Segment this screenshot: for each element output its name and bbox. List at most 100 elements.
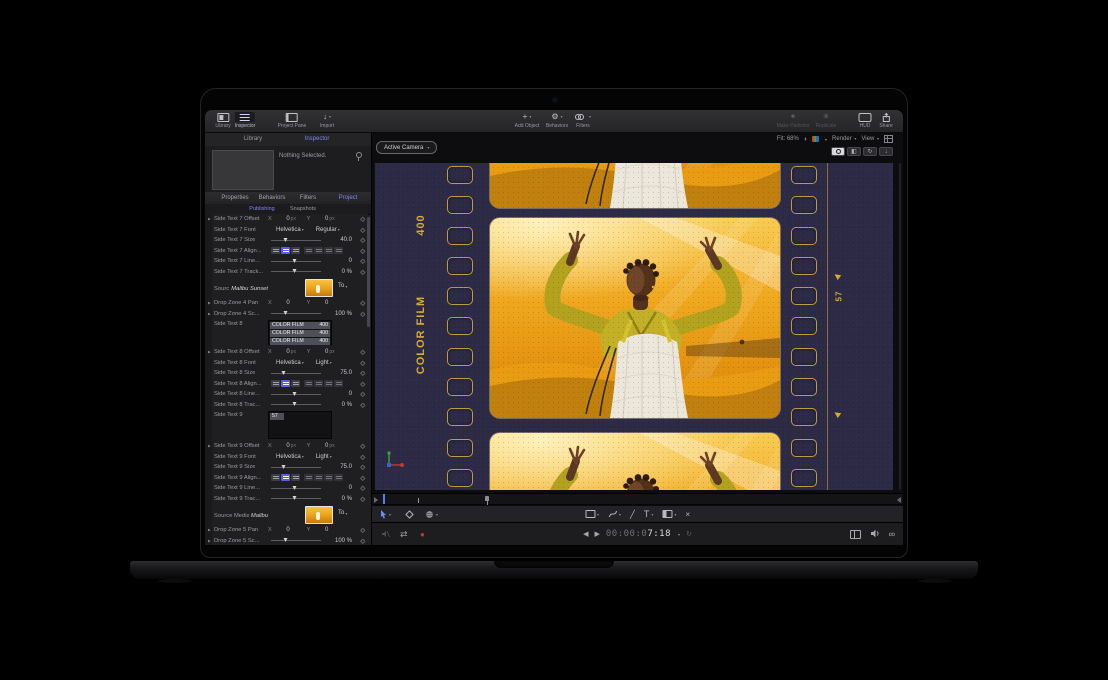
record-button[interactable]: ● — [420, 523, 425, 545]
replicate-button[interactable]: ✳ Replicate — [816, 112, 837, 129]
audio-toggle-icon[interactable] — [870, 525, 880, 543]
y-value-field[interactable]: 0 — [310, 349, 328, 355]
align-button[interactable] — [281, 247, 290, 254]
text-entry-box[interactable]: 57 — [268, 411, 332, 439]
keyframe-diamond-icon[interactable] — [360, 392, 365, 397]
align-button[interactable] — [291, 474, 300, 481]
tab-behaviors[interactable]: Behaviors — [259, 195, 286, 201]
mini-timeline[interactable] — [372, 493, 903, 505]
keyframe-diamond-icon[interactable] — [360, 248, 365, 253]
slider-thumb[interactable] — [284, 311, 288, 315]
font-family-popup[interactable]: Helvetica▾ — [276, 227, 304, 233]
tab-library[interactable]: Library — [244, 136, 262, 142]
media-thumbnail[interactable] — [305, 279, 333, 297]
canvas-scrollbar[interactable] — [899, 163, 901, 490]
layout-grid-icon[interactable] — [884, 135, 893, 143]
slider-track[interactable] — [271, 404, 321, 405]
make-particles-button[interactable]: ✶ Make Particles — [777, 112, 810, 129]
slider-track[interactable] — [271, 467, 321, 468]
keyframe-editor-toggle-icon[interactable]: ∞ — [889, 529, 895, 539]
keyframe-diamond-icon[interactable] — [360, 238, 365, 243]
timecode-menu-icon[interactable]: ▾ — [678, 532, 680, 537]
slider-value-field[interactable]: 100 % — [335, 311, 352, 317]
slider-value-field[interactable]: 75.0 — [340, 370, 352, 376]
camera-tool[interactable]: ▾ — [425, 506, 438, 522]
align-button[interactable] — [304, 474, 313, 481]
align-button[interactable] — [334, 474, 343, 481]
keyframe-diamond-icon[interactable] — [360, 465, 365, 470]
font-weight-popup[interactable]: Regular▾ — [316, 227, 340, 233]
channels-icon[interactable] — [812, 136, 819, 142]
slider-value-field[interactable]: 0 — [349, 485, 352, 491]
film-strip-canvas[interactable]: 400 COLOR FILM 57 — [375, 163, 893, 490]
slider-track[interactable] — [271, 498, 321, 499]
keyframe-diamond-icon[interactable] — [360, 217, 365, 222]
media-thumbnail[interactable] — [305, 506, 333, 524]
align-button[interactable] — [334, 380, 343, 387]
previous-frame-button[interactable]: ◀ — [583, 530, 588, 538]
filters-button[interactable]: ▾ Filters — [575, 112, 591, 129]
slider-track[interactable] — [271, 240, 321, 241]
pin-icon[interactable] — [355, 152, 361, 161]
keyframe-diamond-icon[interactable] — [360, 360, 365, 365]
slider-track[interactable] — [271, 488, 321, 489]
y-value-field[interactable]: 0 — [310, 443, 328, 449]
slider-thumb[interactable] — [293, 392, 297, 396]
slider-value-field[interactable]: 100 % — [335, 538, 352, 544]
keyframe-diamond-icon[interactable] — [360, 371, 365, 376]
add-object-button[interactable]: +▾ Add Object — [515, 112, 540, 129]
align-button[interactable] — [291, 380, 300, 387]
slider-value-field[interactable]: 0 — [349, 391, 352, 397]
hud-button[interactable]: HUD — [859, 112, 872, 129]
3d-transform-tool[interactable] — [405, 506, 414, 522]
library-button[interactable]: Library — [215, 112, 230, 129]
keyframe-diamond-icon[interactable] — [360, 311, 365, 316]
slider-track[interactable] — [271, 271, 321, 272]
slider-track[interactable] — [271, 394, 321, 395]
align-button[interactable] — [304, 380, 313, 387]
inspector-button[interactable]: Inspector — [235, 112, 256, 129]
slider-thumb[interactable] — [281, 465, 285, 469]
slider-value-field[interactable]: 0 % — [342, 402, 352, 408]
align-button[interactable] — [271, 247, 280, 254]
align-button[interactable] — [271, 380, 280, 387]
keyframe-diamond-icon[interactable] — [360, 301, 365, 306]
import-button[interactable]: ↓▾ Import — [320, 112, 334, 129]
media-action-popup[interactable]: To ▾ — [338, 283, 347, 289]
media-action-popup[interactable]: To ▾ — [338, 510, 347, 516]
slider-value-field[interactable]: 40.0 — [340, 237, 352, 243]
keyframe-diamond-icon[interactable] — [360, 475, 365, 480]
align-button[interactable] — [281, 380, 290, 387]
keyframe-diamond-icon[interactable] — [360, 454, 365, 459]
align-button[interactable] — [324, 247, 333, 254]
render-menu[interactable]: Render ▾ — [832, 136, 856, 142]
align-button[interactable] — [281, 474, 290, 481]
x-value-field[interactable]: 0 — [272, 300, 290, 306]
camera-view-button[interactable] — [831, 147, 845, 156]
y-value-field[interactable]: 0 — [310, 527, 328, 533]
playhead[interactable] — [383, 494, 385, 504]
font-weight-popup[interactable]: Light▾ — [316, 360, 332, 366]
keyframe-diamond-icon[interactable] — [360, 538, 365, 543]
cycle-icon[interactable]: ↻ — [686, 530, 692, 538]
slider-value-field[interactable]: 0 — [349, 258, 352, 264]
loop-icon[interactable]: ⇄ — [400, 523, 408, 545]
text-entry-box[interactable]: COLOR FILM400COLOR FILM400COLOR FILM400 — [268, 320, 332, 345]
tab-inspector[interactable]: Inspector — [305, 136, 330, 142]
keyframe-diamond-icon[interactable] — [360, 486, 365, 491]
adjust-item-tool[interactable]: × — [685, 510, 690, 519]
range-end-icon[interactable] — [897, 497, 901, 503]
font-weight-popup[interactable]: Light▾ — [316, 454, 332, 460]
slider-value-field[interactable]: 0 % — [342, 269, 352, 275]
slider-thumb[interactable] — [284, 238, 288, 242]
font-family-popup[interactable]: Helvetica▾ — [276, 360, 304, 366]
x-value-field[interactable]: 0 — [272, 216, 290, 222]
slider-value-field[interactable]: 0 % — [342, 496, 352, 502]
zoom-level[interactable]: Fit: 68% — [777, 136, 799, 142]
align-button[interactable] — [314, 380, 323, 387]
tab-properties[interactable]: Properties — [221, 195, 248, 201]
dolly-view-button[interactable]: ↓ — [879, 147, 893, 156]
align-button[interactable] — [304, 247, 313, 254]
slider-thumb[interactable] — [281, 371, 285, 375]
slider-thumb[interactable] — [293, 259, 297, 263]
